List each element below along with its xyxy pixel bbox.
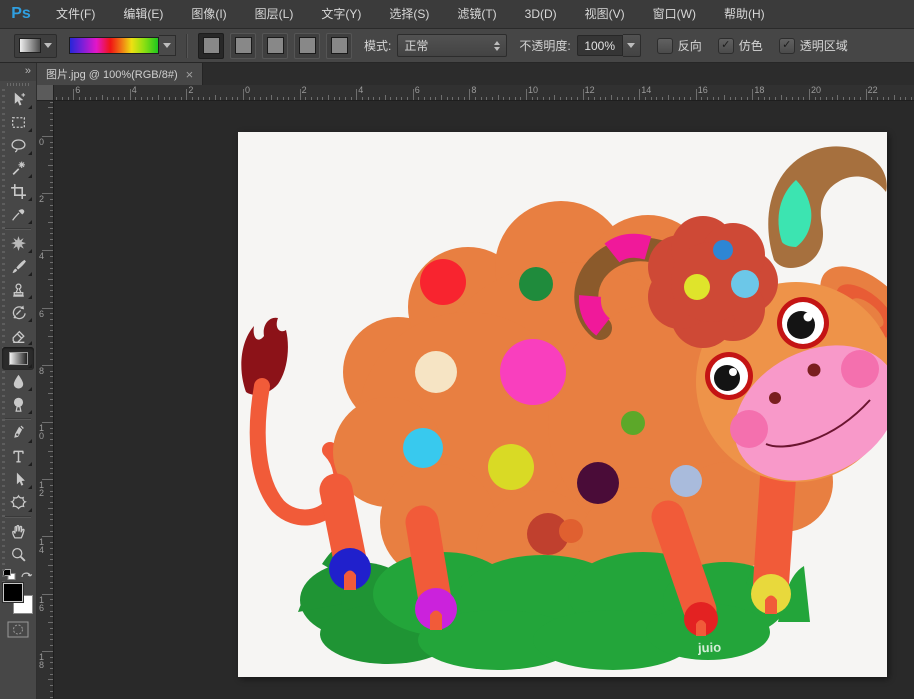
spot-healing-brush-tool[interactable] bbox=[2, 232, 34, 255]
swap-colors-icon[interactable] bbox=[20, 569, 33, 580]
opacity-input[interactable]: 100% bbox=[576, 35, 623, 56]
transparency-checkbox[interactable]: ✓ bbox=[778, 37, 795, 54]
image-canvas[interactable]: juio bbox=[238, 132, 887, 677]
diamond-gradient-button[interactable] bbox=[326, 32, 352, 59]
tool-group-divider bbox=[5, 228, 31, 230]
transparency-label: 透明区域 bbox=[799, 39, 848, 53]
document-tab[interactable]: 图片.jpg @ 100%(RGB/8#) × bbox=[37, 63, 204, 85]
foreground-color-swatch[interactable] bbox=[3, 583, 23, 602]
menu-layer[interactable]: 图层(L) bbox=[241, 0, 308, 28]
menu-window[interactable]: 窗口(W) bbox=[639, 0, 710, 28]
tool-group-divider bbox=[5, 418, 31, 420]
reflected-gradient-button[interactable] bbox=[294, 32, 320, 59]
path-selection-tool[interactable] bbox=[2, 468, 34, 491]
dodge-tool[interactable] bbox=[2, 393, 34, 416]
menu-view[interactable]: 视图(V) bbox=[571, 0, 639, 28]
radial-gradient-icon bbox=[234, 37, 252, 54]
collapse-panel-button[interactable]: » bbox=[0, 63, 36, 81]
gradient-preset-icon bbox=[19, 38, 41, 53]
chevron-down-icon bbox=[44, 43, 52, 48]
blend-mode-value: 正常 bbox=[404, 39, 429, 53]
magic-wand-tool[interactable] bbox=[2, 157, 34, 180]
angle-gradient-button[interactable] bbox=[262, 32, 288, 59]
watermark-text: juio bbox=[697, 639, 722, 656]
check-icon: ✓ bbox=[782, 39, 792, 51]
color-controls bbox=[0, 569, 36, 638]
diamond-gradient-icon bbox=[330, 37, 348, 54]
opacity-label: 不透明度: bbox=[519, 39, 571, 53]
opacity-value: 100% bbox=[584, 38, 616, 53]
menu-type[interactable]: 文字(Y) bbox=[307, 0, 375, 28]
gradient-tool[interactable] bbox=[2, 347, 34, 370]
sheep-artwork bbox=[241, 146, 887, 670]
crop-tool[interactable] bbox=[2, 180, 34, 203]
radial-gradient-button[interactable] bbox=[230, 32, 256, 59]
menu-select[interactable]: 选择(S) bbox=[375, 0, 443, 28]
clone-stamp-tool[interactable] bbox=[2, 278, 34, 301]
reverse-checkbox[interactable] bbox=[656, 37, 673, 54]
foreground-background-swatches bbox=[2, 583, 34, 615]
tool-options-bar: 模式: 正常 不透明度: 100% 反向 ✓ 仿色 ✓ 透明区域 bbox=[0, 29, 914, 63]
photoshop-logo: Ps bbox=[11, 5, 31, 22]
eyedropper-tool[interactable] bbox=[2, 203, 34, 226]
panel-drag-handle[interactable] bbox=[7, 83, 29, 86]
photoshop-window: Ps 文件(F) 编辑(E) 图像(I) 图层(L) 文字(Y) 选择(S) 滤… bbox=[0, 0, 914, 699]
blend-mode-select[interactable]: 正常 bbox=[397, 34, 508, 57]
opacity-slider-arrow[interactable] bbox=[622, 34, 641, 57]
custom-shape-tool[interactable] bbox=[2, 491, 34, 514]
double-arrow-icon: » bbox=[24, 65, 31, 77]
reflected-gradient-icon bbox=[298, 37, 316, 54]
spinner-arrows-icon bbox=[494, 40, 501, 51]
chevron-down-icon bbox=[627, 43, 636, 48]
blur-tool[interactable] bbox=[2, 370, 34, 393]
pen-tool[interactable] bbox=[2, 422, 34, 445]
chevron-down-icon bbox=[163, 43, 171, 48]
reverse-label: 反向 bbox=[677, 39, 702, 53]
document-title: 图片.jpg @ 100%(RGB/8#) bbox=[46, 69, 178, 81]
history-brush-tool[interactable] bbox=[2, 301, 34, 324]
eraser-tool[interactable] bbox=[2, 324, 34, 347]
tool-group-divider bbox=[5, 516, 31, 518]
linear-gradient-button[interactable] bbox=[198, 32, 224, 59]
close-icon[interactable]: × bbox=[186, 68, 194, 81]
horn-right bbox=[768, 146, 887, 268]
check-icon: ✓ bbox=[721, 39, 731, 51]
angle-gradient-icon bbox=[266, 37, 284, 54]
menu-filter[interactable]: 滤镜(T) bbox=[443, 0, 510, 28]
quick-mask-button[interactable] bbox=[7, 621, 29, 638]
pasteboard[interactable]: juio bbox=[53, 100, 914, 699]
type-tool[interactable] bbox=[2, 445, 34, 468]
dither-checkbox[interactable]: ✓ bbox=[717, 37, 734, 54]
document-tab-bar: 图片.jpg @ 100%(RGB/8#) × bbox=[37, 63, 914, 85]
mode-label: 模式: bbox=[364, 39, 392, 53]
menu-help[interactable]: 帮助(H) bbox=[710, 0, 779, 28]
rectangular-marquee-tool[interactable] bbox=[2, 111, 34, 134]
menu-edit[interactable]: 编辑(E) bbox=[109, 0, 177, 28]
menu-file[interactable]: 文件(F) bbox=[42, 0, 109, 28]
document-area: 6 4 2 0 2 4 6 8 10 12 14 16 18 20 22 024681012141618 bbox=[37, 85, 914, 699]
ruler-origin-corner[interactable] bbox=[37, 85, 54, 101]
zoom-tool[interactable] bbox=[2, 543, 34, 566]
gradient-tool-icon bbox=[8, 352, 28, 365]
menu-3d[interactable]: 3D(D) bbox=[511, 0, 571, 28]
vertical-ruler[interactable]: 024681012141618 bbox=[37, 100, 54, 699]
hand-tool[interactable] bbox=[2, 520, 34, 543]
brush-tool[interactable] bbox=[2, 255, 34, 278]
gradient-preview[interactable] bbox=[69, 37, 159, 54]
tool-preset-picker[interactable] bbox=[14, 33, 57, 58]
linear-gradient-icon bbox=[202, 37, 220, 54]
move-tool[interactable] bbox=[2, 88, 34, 111]
lasso-tool[interactable] bbox=[2, 134, 34, 157]
menu-image[interactable]: 图像(I) bbox=[177, 0, 240, 28]
gradient-picker-arrow[interactable] bbox=[159, 35, 176, 56]
horizontal-ruler[interactable]: 6 4 2 0 2 4 6 8 10 12 14 16 18 20 22 bbox=[53, 85, 914, 101]
dither-label: 仿色 bbox=[738, 39, 763, 53]
menu-bar: Ps 文件(F) 编辑(E) 图像(I) 图层(L) 文字(Y) 选择(S) 滤… bbox=[0, 0, 914, 29]
tools-panel: » bbox=[0, 63, 37, 699]
separator bbox=[186, 33, 188, 58]
